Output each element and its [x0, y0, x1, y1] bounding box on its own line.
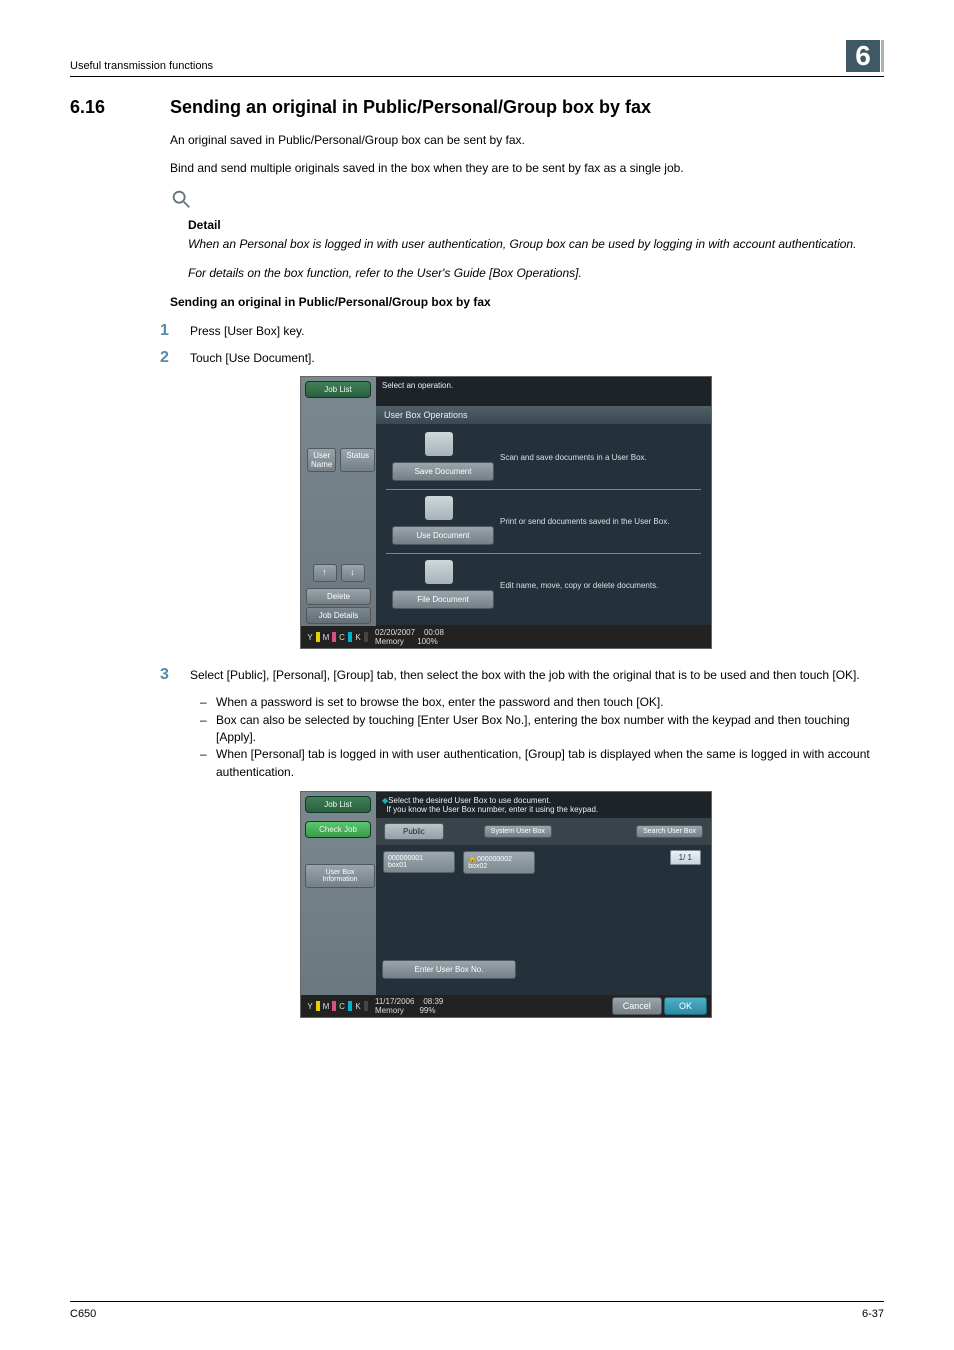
toner-c-label-2: C — [337, 1002, 347, 1011]
status-tab[interactable]: Status — [340, 448, 375, 472]
header-section-text: Useful transmission functions — [70, 60, 213, 72]
arrow-up-button[interactable]: ↑ — [313, 564, 337, 582]
sc2-time: 08:39 — [423, 997, 443, 1006]
chapter-number: 6 — [846, 40, 880, 72]
lock-icon: 🔒 — [468, 856, 477, 863]
search-user-box-button[interactable]: Search User Box — [636, 825, 703, 838]
box02-name: box02 — [468, 863, 530, 870]
footer-right: 6-37 — [862, 1308, 884, 1320]
sc2-instr1: Select the desired User Box to use docum… — [388, 796, 551, 805]
intro-p2: Bind and send multiple originals saved i… — [170, 160, 884, 176]
toner-c-label: C — [337, 633, 347, 642]
toner-c-bar — [348, 632, 352, 642]
step-3-sublist: When a password is set to browse the box… — [200, 694, 884, 781]
toner-y-bar-2 — [316, 1001, 320, 1011]
sc1-memory-label: Memory — [375, 637, 404, 646]
public-tab[interactable]: Public — [384, 823, 444, 840]
toner-m-label: M — [321, 633, 331, 642]
toner-y-label-2: Y — [305, 1002, 315, 1011]
file-document-button[interactable]: File Document — [392, 590, 494, 609]
use-doc-icon — [425, 496, 453, 520]
step-3-b1: When a password is set to browse the box… — [200, 694, 884, 711]
arrow-down-button[interactable]: ↓ — [341, 564, 365, 582]
save-document-button[interactable]: Save Document — [392, 462, 494, 481]
enter-user-box-no-button[interactable]: Enter User Box No. — [382, 960, 516, 979]
toner-c-bar-2 — [348, 1001, 352, 1011]
box01-no: 000000001 — [388, 855, 450, 862]
sc1-memory-pct: 100% — [417, 637, 437, 646]
cancel-button[interactable]: Cancel — [612, 997, 662, 1015]
page-header: Useful transmission functions 6 — [70, 40, 884, 77]
box01-name: box01 — [388, 862, 450, 869]
detail-label: Detail — [188, 218, 884, 232]
job-list-tab-2[interactable]: Job List — [305, 796, 371, 813]
box02-no: 000000002 — [477, 856, 512, 863]
footer-left: C650 — [70, 1308, 96, 1320]
use-document-button[interactable]: Use Document — [392, 526, 494, 545]
step-3-b2: Box can also be selected by touching [En… — [200, 712, 884, 747]
step-3-b3: When [Personal] tab is logged in with us… — [200, 746, 884, 781]
save-doc-icon — [425, 432, 453, 456]
sc1-time: 00:08 — [424, 628, 444, 637]
step-3-text: Select [Public], [Personal], [Group] tab… — [190, 667, 860, 684]
sc2-memory-label: Memory — [375, 1006, 404, 1015]
user-box-info-tab[interactable]: User Box Information — [305, 864, 375, 888]
file-doc-desc: Edit name, move, copy or delete document… — [500, 581, 658, 590]
use-doc-desc: Print or send documents saved in the Use… — [500, 517, 669, 526]
screenshot-2: Job List Check Job User Box Information … — [300, 791, 884, 1018]
box01-tile[interactable]: 000000001 box01 — [383, 851, 455, 873]
step-1: 1 Press [User Box] key. — [160, 323, 884, 340]
step-1-num: 1 — [160, 323, 190, 339]
toner-k-label: K — [353, 633, 363, 642]
sc2-date: 11/17/2006 — [375, 997, 414, 1006]
job-list-tab[interactable]: Job List — [305, 381, 371, 398]
section-number: 6.16 — [70, 97, 170, 118]
toner-m-label-2: M — [321, 1002, 331, 1011]
section-title-row: 6.16 Sending an original in Public/Perso… — [70, 97, 884, 118]
toner-m-bar-2 — [332, 1001, 336, 1011]
section-title: Sending an original in Public/Personal/G… — [170, 97, 651, 118]
page-footer: C650 6-37 — [70, 1301, 884, 1320]
page-indicator: 1/ 1 — [670, 850, 701, 865]
step-2-text: Touch [Use Document]. — [190, 350, 315, 367]
check-job-tab[interactable]: Check Job — [305, 821, 371, 838]
toner-y-bar — [316, 632, 320, 642]
step-3-num: 3 — [160, 667, 190, 683]
sc2-memory-pct: 99% — [419, 1006, 435, 1015]
user-box-operations-title: User Box Operations — [376, 406, 711, 424]
detail-p1: When an Personal box is logged in with u… — [188, 236, 884, 252]
job-details-button[interactable]: Job Details — [306, 607, 371, 624]
select-operation-text: Select an operation. — [376, 377, 711, 394]
step-3: 3 Select [Public], [Personal], [Group] t… — [160, 667, 884, 684]
toner-k-bar-2 — [364, 1001, 368, 1011]
save-doc-desc: Scan and save documents in a User Box. — [500, 453, 647, 462]
detail-p2: For details on the box function, refer t… — [188, 265, 884, 281]
toner-k-label-2: K — [353, 1002, 363, 1011]
screenshot-1: Job List User Name Status ↑ ↓ Delete Job… — [300, 376, 884, 649]
toner-k-bar — [364, 632, 368, 642]
delete-button[interactable]: Delete — [306, 588, 371, 605]
box02-tile[interactable]: 🔒000000002 box02 — [463, 851, 535, 874]
toner-y-label: Y — [305, 633, 315, 642]
detail-icon — [170, 188, 884, 216]
sub-heading: Sending an original in Public/Personal/G… — [170, 295, 884, 309]
file-doc-icon — [425, 560, 453, 584]
step-2: 2 Touch [Use Document]. — [160, 350, 884, 367]
sc1-date: 02/20/2007 — [375, 628, 415, 637]
user-name-tab[interactable]: User Name — [307, 448, 336, 472]
toner-m-bar — [332, 632, 336, 642]
ok-button[interactable]: OK — [664, 997, 707, 1015]
step-2-num: 2 — [160, 350, 190, 366]
system-user-box-tab[interactable]: System User Box — [484, 825, 552, 838]
chapter-shadow — [881, 40, 884, 72]
step-1-text: Press [User Box] key. — [190, 323, 304, 340]
sc2-instr2: If you know the User Box number, enter i… — [386, 805, 598, 814]
intro-p1: An original saved in Public/Personal/Gro… — [170, 132, 884, 148]
